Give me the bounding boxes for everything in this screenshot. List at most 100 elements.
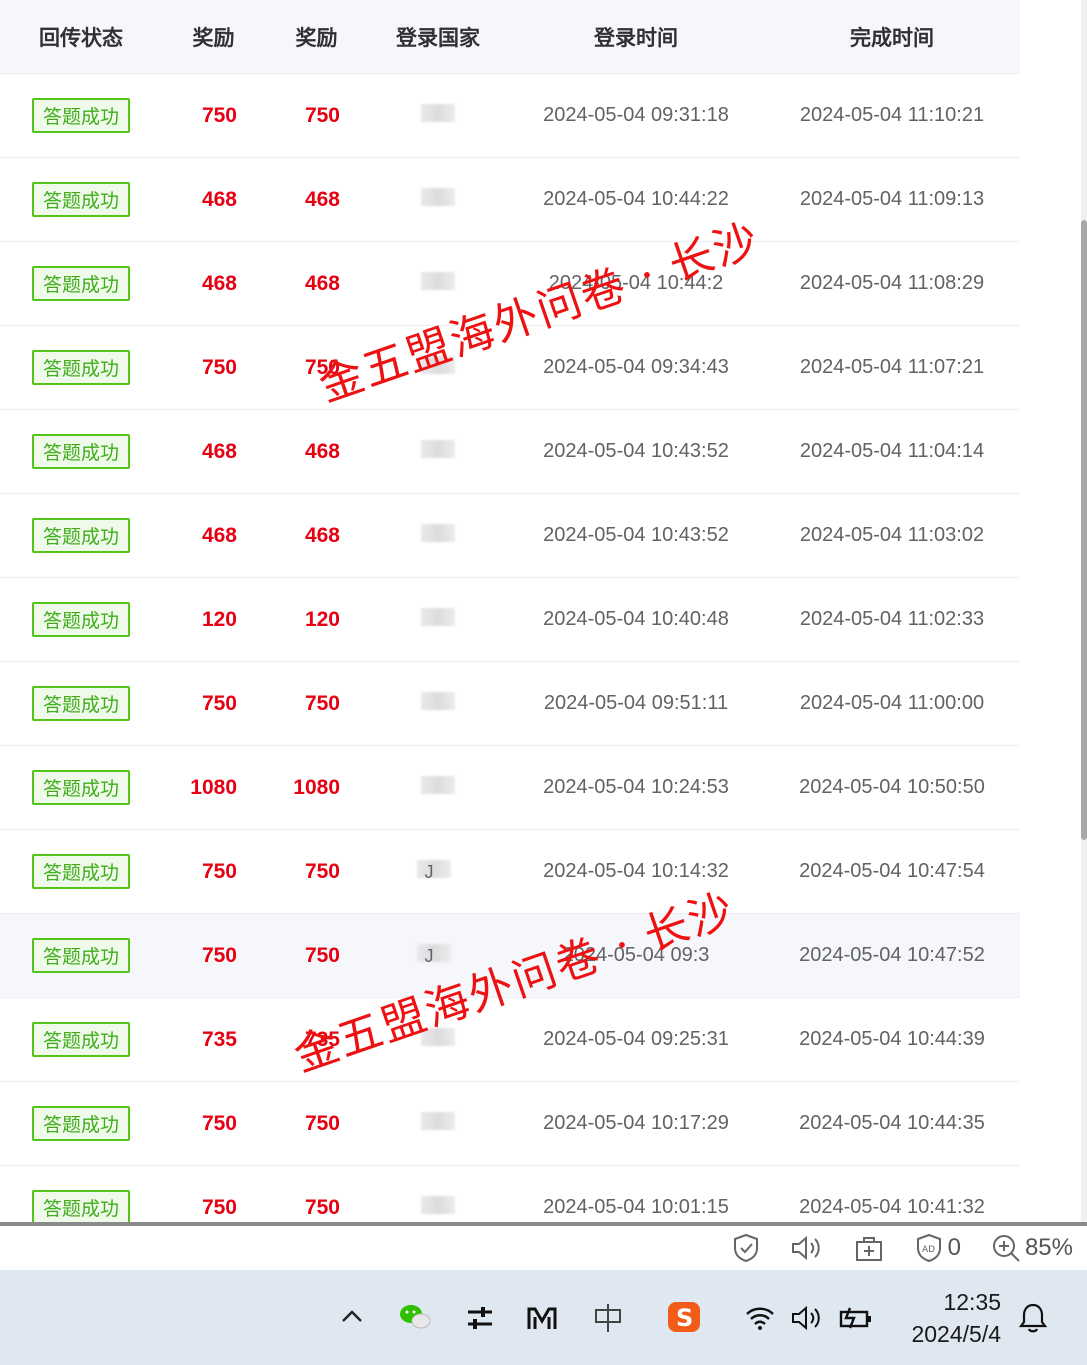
status-badge: 答题成功 bbox=[31, 518, 130, 553]
table-row[interactable]: 答题成功 1080 1080 2024-05-04 10:24:53 2024-05-0… bbox=[0, 746, 1020, 830]
complete-time-cell: 2024-05-04 11:02:33 bbox=[799, 608, 985, 630]
table-row[interactable]: 答题成功 468 468 2024-05-04 10:43:52 2024-05-04 … bbox=[0, 494, 1020, 578]
browser-viewport: 回传状态 奖励 奖励 登录国家 登录时间 完成时间 答题成功 750 750 2024… bbox=[0, 0, 1087, 1222]
adblock-icon[interactable]: AD 0 bbox=[914, 1233, 961, 1263]
reward-cell-2: 468 bbox=[304, 187, 340, 211]
data-table: 回传状态 奖励 奖励 登录国家 登录时间 完成时间 答题成功 750 750 2024… bbox=[0, 0, 1020, 1222]
notification-bell-icon[interactable] bbox=[1018, 1302, 1048, 1339]
complete-time-cell: 2024-05-04 10:44:39 bbox=[799, 1028, 985, 1050]
app-m-icon[interactable] bbox=[526, 1304, 558, 1337]
clock-time: 12:35 bbox=[943, 1289, 1001, 1315]
zoom-control[interactable]: 85% bbox=[991, 1233, 1073, 1263]
sogou-input-icon[interactable]: S bbox=[666, 1300, 702, 1339]
country-blurred bbox=[421, 776, 455, 794]
complete-time-cell: 2024-05-04 10:50:50 bbox=[799, 776, 985, 798]
reward-cell: 750 bbox=[201, 1111, 237, 1135]
system-clock[interactable]: 12:35 2024/5/4 bbox=[911, 1286, 1001, 1350]
reward-cell: 468 bbox=[201, 187, 237, 211]
login-time-cell: 2024-05-04 09:34:43 bbox=[543, 356, 729, 378]
complete-time-cell: 2024-05-04 10:44:35 bbox=[799, 1112, 985, 1134]
header-country[interactable]: 登录国家 bbox=[368, 22, 508, 52]
country-blurred bbox=[421, 104, 455, 122]
table-row[interactable]: 答题成功 468 468 2024-05-04 10:43:52 2024-05-04 … bbox=[0, 410, 1020, 494]
reward-cell: 750 bbox=[201, 103, 237, 127]
login-time-cell: 2024-05-04 09:51:11 bbox=[543, 692, 729, 714]
wechat-icon[interactable] bbox=[398, 1302, 432, 1337]
clock-date: 2024/5/4 bbox=[911, 1321, 1001, 1347]
reward-cell-2: 750 bbox=[304, 859, 340, 883]
table-row[interactable]: 答题成功 468 468 2024-05-04 10:44:22 2024-05-04 … bbox=[0, 158, 1020, 242]
status-cell: 答题成功 bbox=[0, 1190, 162, 1222]
complete-time-cell: 2024-05-04 11:07:21 bbox=[799, 356, 985, 378]
status-badge: 答题成功 bbox=[31, 770, 130, 805]
header-login-time[interactable]: 登录时间 bbox=[508, 22, 764, 52]
vertical-scrollbar[interactable] bbox=[1081, 0, 1087, 1222]
status-badge: 答题成功 bbox=[31, 1190, 130, 1222]
battery-charging-icon[interactable] bbox=[838, 1304, 874, 1337]
login-time-cell: 2024-05-04 10:40:48 bbox=[543, 608, 729, 630]
status-badge: 答题成功 bbox=[31, 1022, 130, 1057]
chevron-up-icon[interactable] bbox=[340, 1306, 364, 1331]
country-blurred bbox=[421, 608, 455, 626]
country-cell: J bbox=[368, 860, 508, 883]
status-badge: 答题成功 bbox=[31, 98, 130, 133]
table-body: 答题成功 750 750 2024-05-04 09:31:18 2024-05-04 … bbox=[0, 74, 1020, 1222]
speaker-icon[interactable] bbox=[790, 1234, 824, 1262]
country-text: J bbox=[424, 862, 434, 882]
reward-cell-2: 468 bbox=[304, 439, 340, 463]
complete-time-cell: 2024-05-04 11:10:21 bbox=[799, 104, 985, 126]
status-cell: 答题成功 bbox=[0, 182, 162, 217]
country-blurred bbox=[421, 188, 455, 206]
table-row[interactable]: 答题成功 750 750 2024-05-04 09:51:11 2024-05-04 … bbox=[0, 662, 1020, 746]
status-badge: 答题成功 bbox=[31, 434, 130, 469]
status-badge: 答题成功 bbox=[31, 266, 130, 301]
reward-cell-2: 120 bbox=[304, 607, 340, 631]
status-cell: 答题成功 bbox=[0, 350, 162, 385]
complete-time-cell: 2024-05-04 11:04:14 bbox=[799, 440, 985, 462]
reward-cell-2: 1080 bbox=[293, 775, 340, 799]
ime-chinese-icon[interactable] bbox=[592, 1302, 624, 1339]
status-cell: 答题成功 bbox=[0, 1022, 162, 1057]
status-cell: 答题成功 bbox=[0, 770, 162, 805]
complete-time-cell: 2024-05-04 11:00:00 bbox=[799, 692, 985, 714]
header-complete-time[interactable]: 完成时间 bbox=[764, 22, 1020, 52]
reward-cell: 468 bbox=[201, 523, 237, 547]
status-cell: 答题成功 bbox=[0, 1106, 162, 1141]
reward-cell-2: 750 bbox=[304, 103, 340, 127]
table-row[interactable]: 答题成功 120 120 2024-05-04 10:40:48 2024-05-04 … bbox=[0, 578, 1020, 662]
login-time-cell: 2024-05-04 10:43:52 bbox=[543, 440, 729, 462]
login-time-cell: 2024-05-04 09:25:31 bbox=[543, 1028, 729, 1050]
wifi-icon[interactable] bbox=[744, 1304, 776, 1337]
security-shield-icon[interactable] bbox=[732, 1233, 760, 1263]
status-cell: 答题成功 bbox=[0, 938, 162, 973]
settings-sliders-icon[interactable] bbox=[465, 1304, 495, 1337]
login-time-cell: 2024-05-04 10:43:52 bbox=[543, 524, 729, 546]
status-badge: 答题成功 bbox=[31, 1106, 130, 1141]
table-row[interactable]: 答题成功 750 750 2024-05-04 09:31:18 2024-05-04 … bbox=[0, 74, 1020, 158]
header-reward[interactable]: 奖励 bbox=[162, 22, 265, 52]
reward-cell: 750 bbox=[201, 943, 237, 967]
extension-box-icon[interactable] bbox=[854, 1234, 884, 1262]
header-reward-2[interactable]: 奖励 bbox=[265, 22, 368, 52]
login-time-cell: 2024-05-04 10:24:53 bbox=[543, 776, 729, 798]
header-status[interactable]: 回传状态 bbox=[0, 22, 162, 52]
volume-icon[interactable] bbox=[790, 1304, 824, 1337]
table-header: 回传状态 奖励 奖励 登录国家 登录时间 完成时间 bbox=[0, 0, 1020, 74]
table-row[interactable]: 答题成功 750 750 2024-05-04 10:01:15 2024-05-04 … bbox=[0, 1166, 1020, 1222]
status-cell: 答题成功 bbox=[0, 266, 162, 301]
login-time-cell: 2024-05-04 10:14:32 bbox=[543, 860, 729, 882]
table-row[interactable]: 答题成功 750 750 2024-05-04 10:17:29 2024-05-04 … bbox=[0, 1082, 1020, 1166]
table-row[interactable]: 答题成功 750 750 J 2024-05-04 10:14:32 2024-05-04… bbox=[0, 830, 1020, 914]
status-badge: 答题成功 bbox=[31, 350, 130, 385]
reward-cell-2: 750 bbox=[304, 1195, 340, 1219]
svg-text:AD: AD bbox=[922, 1245, 935, 1255]
complete-time-cell: 2024-05-04 10:47:54 bbox=[799, 860, 985, 882]
scrollbar-thumb[interactable] bbox=[1081, 220, 1087, 840]
login-time-cell: 2024-05-04 10:44:22 bbox=[543, 188, 729, 210]
country-blurred bbox=[421, 692, 455, 710]
svg-text:S: S bbox=[676, 1304, 693, 1332]
login-time-cell: 2024-05-04 10:01:15 bbox=[543, 1196, 729, 1218]
complete-time-cell: 2024-05-04 11:03:02 bbox=[799, 524, 985, 546]
login-time-cell: 2024-05-04 09:31:18 bbox=[543, 104, 729, 126]
browser-statusbar: AD 0 85% bbox=[0, 1222, 1087, 1270]
